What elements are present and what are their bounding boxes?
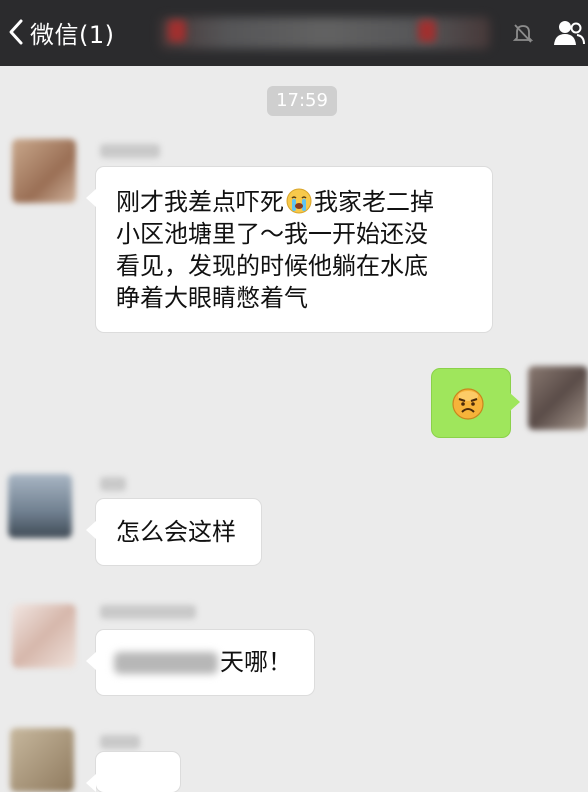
mention-blurred [114,652,218,674]
chat-title-blurred [160,17,490,49]
cry-emoji-icon [286,188,312,214]
my-avatar[interactable] [528,366,588,430]
sender-name-blurred [100,605,196,619]
message-text: 小区池塘里了～我一开始还没 [116,220,428,248]
angry-emoji-icon [452,388,484,420]
back-arrow-icon [9,19,23,45]
message-text: 我家老二掉 [314,188,434,216]
sender-name-blurred [100,477,126,491]
avatar[interactable] [10,728,74,792]
message-bubble[interactable]: 刚才我差点吓死 我家老二掉 小区池塘里了～我一开始还没 看见，发现的时候他躺在水… [86,167,492,332]
timestamp: 17:59 [267,86,337,116]
avatar[interactable] [8,474,72,538]
message-text: 天哪！ [220,648,292,676]
title-emoji-blurred [418,20,436,42]
message-text: 看见，发现的时候他躺在水底 [116,252,428,280]
message-line: 刚才我差点吓死 我家老二掉 [116,187,434,217]
sender-name-blurred [100,735,140,749]
mute-icon [512,24,534,43]
message-text: 刚才我差点吓死 [116,188,284,216]
back-label: 微信(1) [30,20,115,49]
message-bubble[interactable] [86,752,180,792]
contact-info-icon[interactable] [553,18,585,48]
my-message-bubble[interactable] [432,369,520,437]
back-button[interactable]: 微信(1) [6,12,115,52]
message-text: 怎么会这样 [116,518,236,546]
title-emoji-blurred [168,20,186,42]
message-bubble[interactable]: 天哪！ [86,630,314,695]
top-bar: 微信(1) [0,0,588,66]
message-bubble[interactable]: 怎么会这样 [86,499,261,565]
sender-name-blurred [100,144,160,158]
avatar[interactable] [12,139,76,203]
avatar[interactable] [12,604,76,668]
message-text: 睁着大眼睛憋着气 [116,284,308,312]
